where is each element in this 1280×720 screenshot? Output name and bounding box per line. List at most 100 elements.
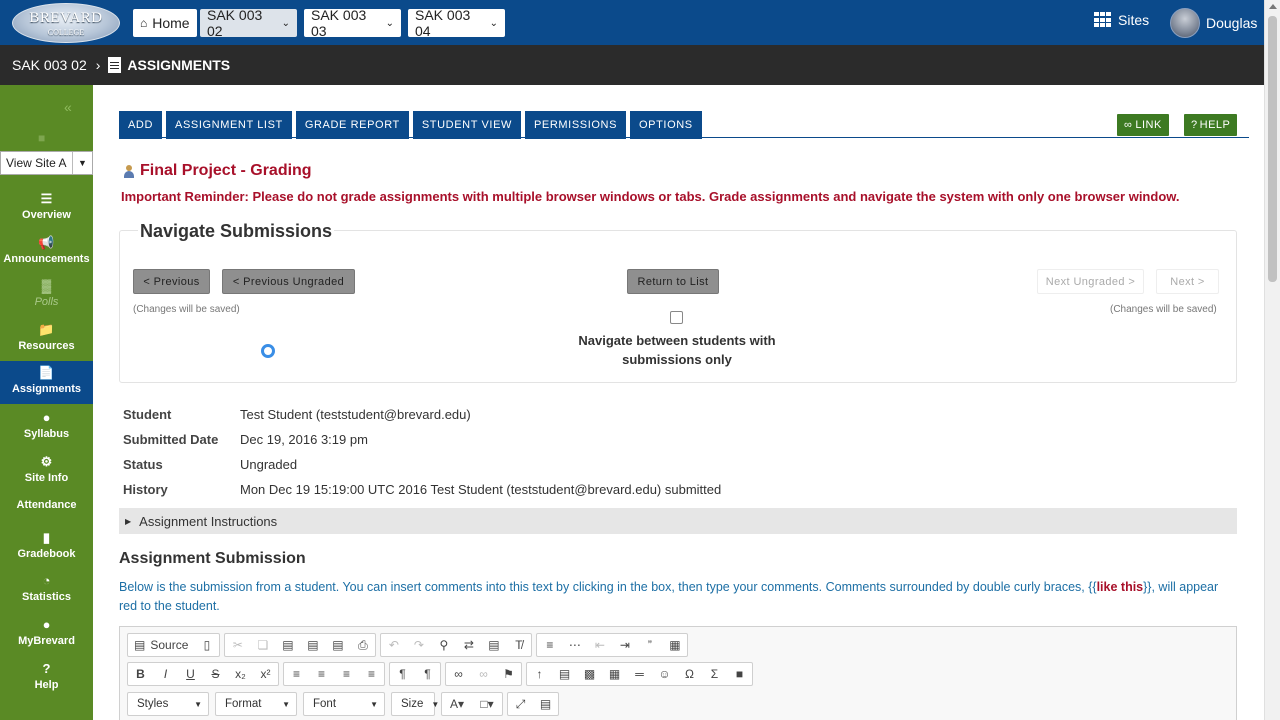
site-tab-2[interactable]: SAK 003 03 ⌄ — [304, 7, 401, 39]
rich-text-editor[interactable]: ▤ Source ▯ ✂ ❏ ▤ ▤ ▤ ⎙ ↶ ↷ ⚲ ⇄ ▤ T̸ ≡ ⋯ … — [119, 626, 1237, 720]
sidebar-item-syllabus[interactable]: ● Syllabus — [0, 410, 93, 450]
size-dropdown[interactable]: Size ▼ — [391, 692, 439, 716]
bold-icon[interactable]: B — [128, 663, 153, 685]
tab-assignment-list[interactable]: ASSIGNMENT LIST — [166, 111, 292, 139]
bulleted-list-icon[interactable]: ⋯ — [562, 634, 587, 656]
paste-icon[interactable]: ▤ — [275, 634, 300, 656]
link-icon[interactable]: ∞ — [446, 663, 471, 685]
tab-grade-report[interactable]: GRADE REPORT — [295, 111, 409, 139]
insert-object-icon[interactable]: ↑ — [527, 663, 552, 685]
tab-student-view[interactable]: STUDENT VIEW — [412, 111, 521, 139]
link-button[interactable]: ∞ LINK — [1117, 114, 1169, 136]
numbered-list-icon[interactable]: ≡ — [537, 634, 562, 656]
paste-word-icon[interactable]: ▤ — [325, 634, 350, 656]
caret-down-icon: ▼ — [72, 152, 92, 174]
new-page-icon[interactable]: ▯ — [194, 634, 219, 656]
find-icon[interactable]: ⚲ — [431, 634, 456, 656]
sidebar-item-mybrevard[interactable]: ● MyBrevard — [0, 617, 93, 657]
sidebar-item-gradebook[interactable]: ▮ Gradebook — [0, 530, 93, 570]
blockquote-icon[interactable]: ” — [637, 634, 662, 656]
tab-add[interactable]: ADD — [119, 111, 163, 139]
previous-button[interactable]: < Previous — [133, 269, 210, 294]
format-dropdown[interactable]: Format ▼ — [215, 692, 297, 716]
color-group: A▾ □▾ — [441, 692, 503, 716]
smiley-icon[interactable]: ☺ — [652, 663, 677, 685]
align-center-icon[interactable]: ≡ — [309, 663, 334, 685]
site-tab-3[interactable]: SAK 003 04 ⌄ — [408, 7, 505, 39]
align-right-icon[interactable]: ≡ — [334, 663, 359, 685]
scroll-up-arrow-icon[interactable] — [1269, 4, 1277, 9]
breadcrumb-site[interactable]: SAK 003 02 — [12, 57, 87, 73]
strikethrough-icon[interactable]: S — [203, 663, 228, 685]
redo-icon[interactable]: ↷ — [406, 634, 431, 656]
sidebar-item-help[interactable]: ? Help — [0, 661, 93, 701]
brevard-logo[interactable]: BREVARD COLLEGE — [12, 3, 120, 43]
return-to-list-button[interactable]: Return to List — [627, 269, 719, 294]
sidebar-item-site-info[interactable]: ⚙ Site Info — [0, 454, 93, 494]
background-color-icon[interactable]: □▾ — [472, 693, 502, 715]
page-scrollbar[interactable] — [1264, 0, 1280, 720]
ltr-icon[interactable]: ¶ — [390, 663, 415, 685]
tab-permissions[interactable]: PERMISSIONS — [525, 111, 627, 139]
justify-icon[interactable]: ≡ — [359, 663, 384, 685]
next-button[interactable]: Next > — [1156, 269, 1219, 294]
rtl-icon[interactable]: ¶ — [415, 663, 440, 685]
undo-icon[interactable]: ↶ — [381, 634, 406, 656]
paste-text-icon[interactable]: ▤ — [300, 634, 325, 656]
underline-icon[interactable]: U — [178, 663, 203, 685]
document-icon — [108, 57, 122, 73]
copy-icon[interactable]: ❏ — [250, 634, 275, 656]
scrollbar-thumb[interactable] — [1268, 16, 1277, 282]
replace-icon[interactable]: ⇄ — [456, 634, 481, 656]
sidebar-item-polls[interactable]: ▓ Polls — [0, 278, 93, 318]
previous-ungraded-button[interactable]: < Previous Ungraded — [222, 269, 355, 294]
indent-icon[interactable]: ⇥ — [612, 634, 637, 656]
italic-icon[interactable]: I — [153, 663, 178, 685]
help-button[interactable]: ? HELP — [1184, 114, 1238, 136]
horizontal-line-icon[interactable]: ═ — [627, 663, 652, 685]
font-dropdown[interactable]: Font ▼ — [303, 692, 385, 716]
special-char-icon[interactable]: Ω — [677, 663, 702, 685]
home-button[interactable]: ⌂ Home — [133, 9, 197, 37]
styles-dropdown[interactable]: Styles ▼ — [127, 692, 209, 716]
submissions-only-label: Navigate between students with submissio… — [578, 333, 776, 367]
subscript-icon[interactable]: x₂ — [228, 663, 253, 685]
print-icon[interactable]: ⎙ — [350, 634, 375, 656]
div-container-icon[interactable]: ▦ — [662, 634, 687, 656]
collapse-icon[interactable]: « — [64, 99, 72, 115]
media-icon[interactable]: ▩ — [577, 663, 602, 685]
text-color-icon[interactable]: A▾ — [442, 693, 472, 715]
sidebar-item-assignments[interactable]: 📄 Assignments — [0, 361, 93, 404]
superscript-icon[interactable]: x² — [253, 663, 278, 685]
remove-format-icon[interactable]: T̸ — [506, 634, 531, 656]
submissions-only-checkbox[interactable] — [670, 311, 683, 324]
image-icon[interactable]: ▤ — [552, 663, 577, 685]
sidebar-item-statistics[interactable]: ◔ Statistics — [0, 573, 93, 613]
source-button[interactable]: ▤ Source — [128, 634, 194, 656]
fullscreen-media-icon[interactable]: ■ — [727, 663, 752, 685]
show-blocks-icon[interactable]: ▤ — [533, 693, 558, 715]
select-all-icon[interactable]: ▤ — [481, 634, 506, 656]
sidebar-item-label: Gradebook — [17, 548, 76, 560]
align-group: ≡ ≡ ≡ ≡ — [283, 662, 385, 686]
table-icon[interactable]: ▦ — [602, 663, 627, 685]
align-left-icon[interactable]: ≡ — [284, 663, 309, 685]
maximize-icon[interactable]: ⤢ — [508, 693, 533, 715]
math-icon[interactable]: Σ — [702, 663, 727, 685]
anchor-flag-icon[interactable]: ⚑ — [496, 663, 521, 685]
unlink-icon[interactable]: ∞ — [471, 663, 496, 685]
assignment-instructions-toggle[interactable]: ▶ Assignment Instructions — [119, 508, 1237, 534]
user-menu[interactable]: Douglas — [1170, 8, 1257, 38]
sidebar-item-overview[interactable]: ☰ Overview — [0, 191, 93, 231]
cut-icon[interactable]: ✂ — [225, 634, 250, 656]
site-tab-1[interactable]: SAK 003 02 ⌄ — [200, 7, 297, 39]
sites-button[interactable]: Sites — [1094, 12, 1149, 28]
tab-options[interactable]: OPTIONS — [630, 111, 702, 139]
next-ungraded-button[interactable]: Next Ungraded > — [1037, 269, 1144, 294]
gear-icon: ⚙ — [40, 454, 53, 469]
sidebar-item-announcements[interactable]: 📢 Announcements — [0, 235, 93, 275]
sidebar-item-resources[interactable]: 📁 Resources — [0, 322, 93, 362]
outdent-icon[interactable]: ⇤ — [587, 634, 612, 656]
sidebar-item-attendance[interactable]: Attendance — [0, 499, 93, 523]
view-site-select[interactable]: View Site A ▼ — [0, 151, 93, 175]
